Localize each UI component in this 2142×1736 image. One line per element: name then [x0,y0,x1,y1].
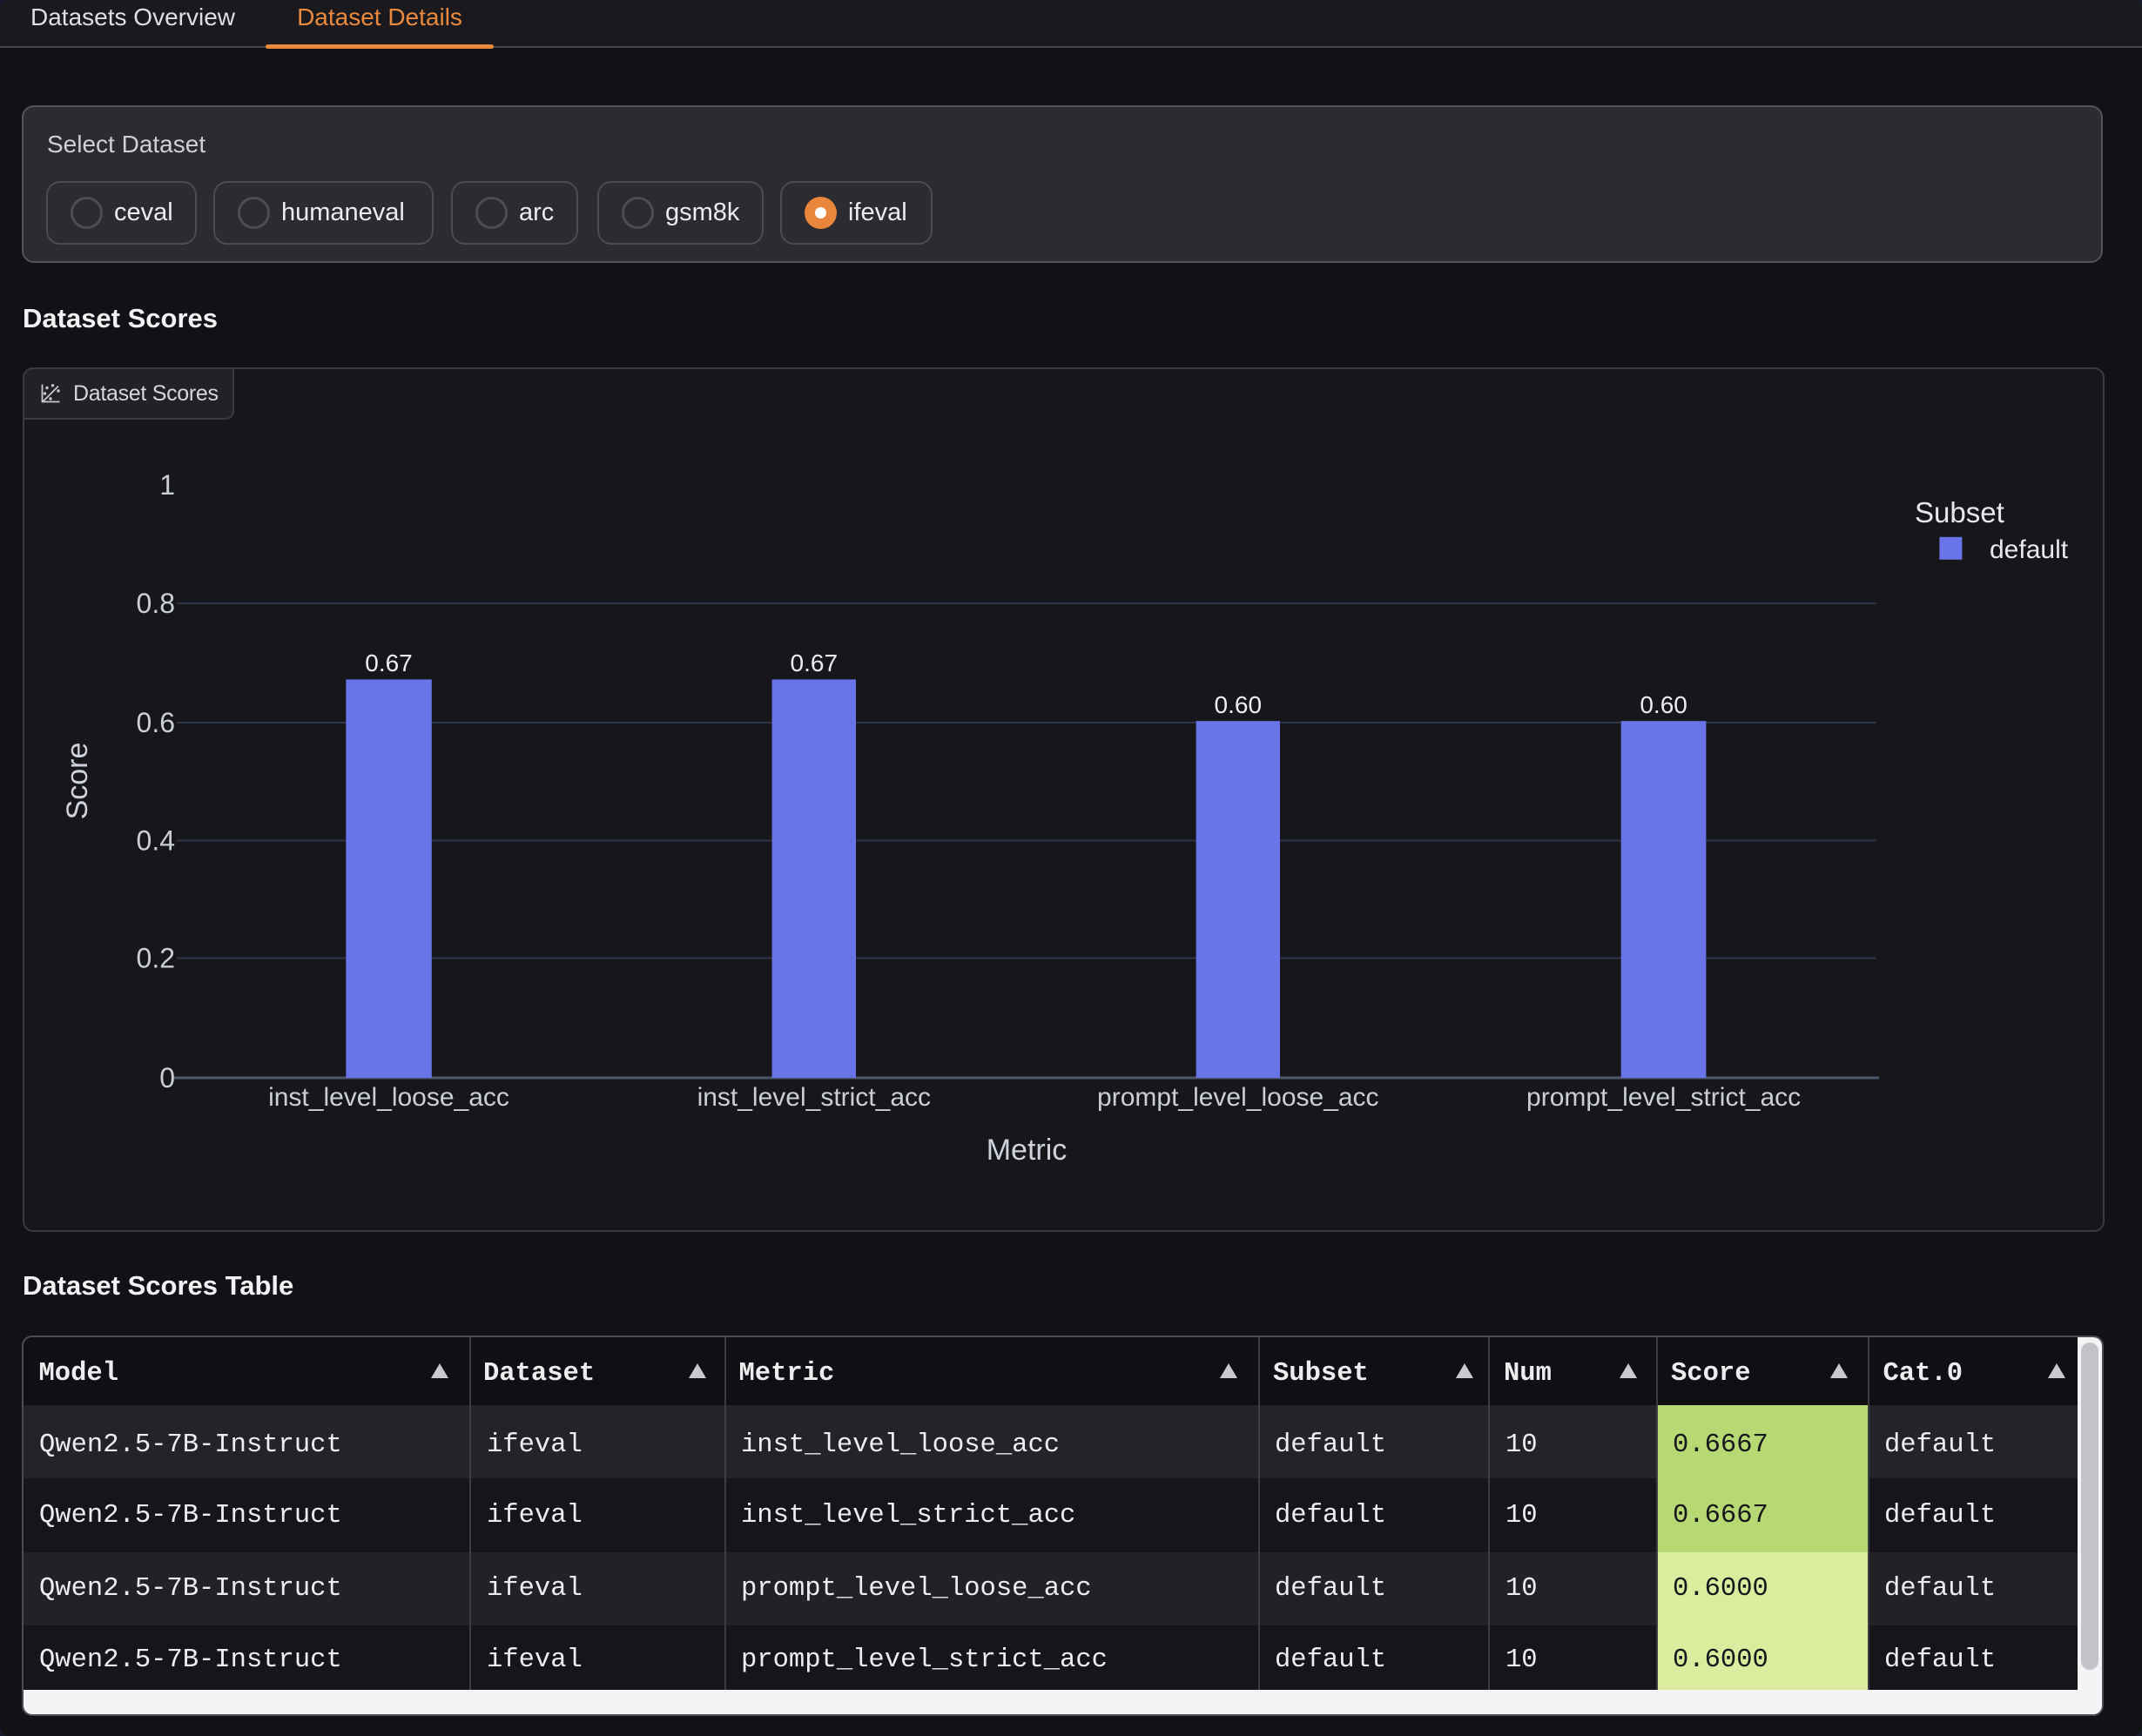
svg-text:inst_level_loose_acc: inst_level_loose_acc [268,1083,509,1112]
svg-text:0.2: 0.2 [137,943,175,974]
svg-text:0.60: 0.60 [1215,691,1263,718]
svg-text:prompt_level_strict_acc: prompt_level_strict_acc [1526,1083,1801,1112]
svg-text:0.8: 0.8 [137,588,175,619]
svg-text:Score: Score [61,743,94,820]
svg-text:default: default [1990,535,2069,564]
svg-text:0.6: 0.6 [137,707,175,738]
svg-text:prompt_level_loose_acc: prompt_level_loose_acc [1097,1083,1379,1112]
svg-text:0: 0 [159,1062,175,1093]
svg-text:0.60: 0.60 [1640,691,1687,718]
svg-text:0.67: 0.67 [365,649,413,676]
svg-text:0.4: 0.4 [137,825,175,857]
svg-text:1: 1 [159,469,175,501]
svg-text:inst_level_strict_acc: inst_level_strict_acc [697,1083,931,1112]
svg-text:0.67: 0.67 [791,649,839,676]
svg-text:Metric: Metric [987,1134,1068,1167]
svg-text:Subset: Subset [1915,496,2004,528]
